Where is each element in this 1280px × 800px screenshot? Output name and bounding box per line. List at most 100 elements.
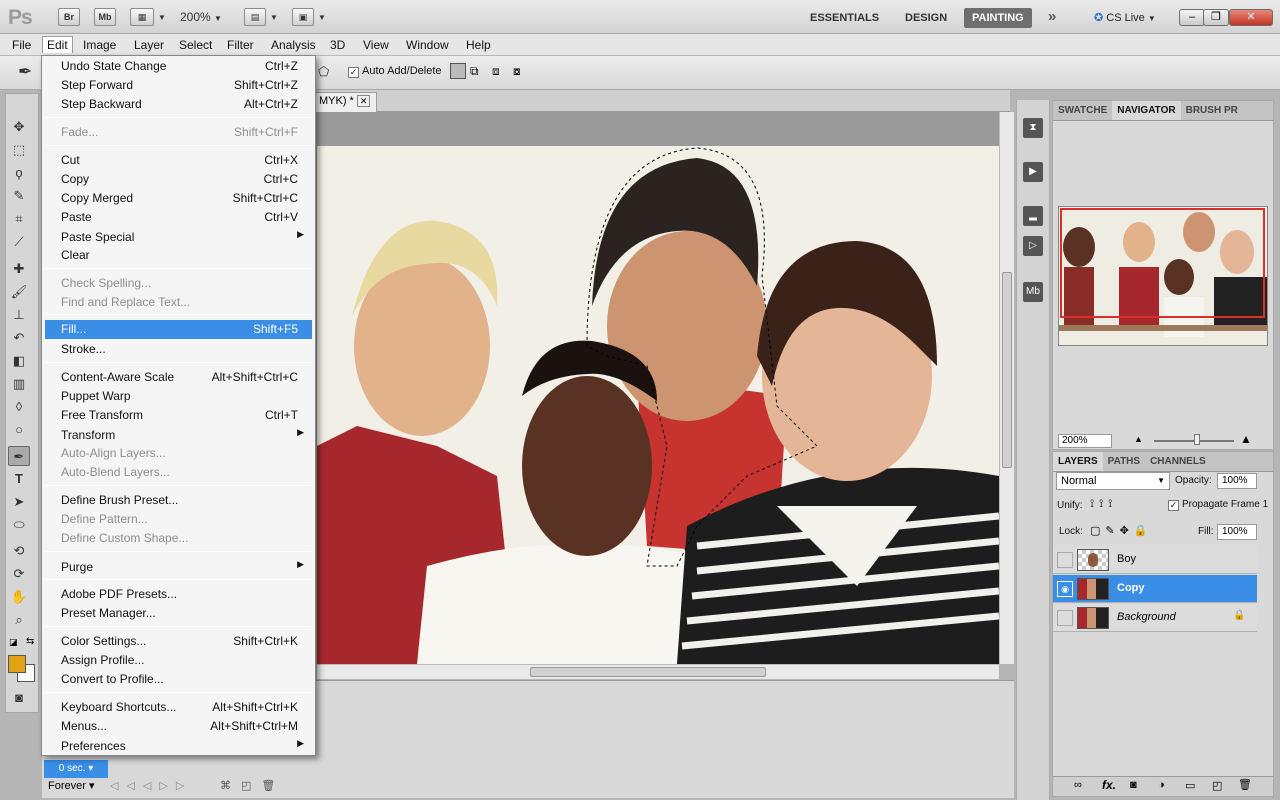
- eraser-tool-icon[interactable]: ◧: [8, 351, 30, 371]
- navigator-zoom-field[interactable]: 200%: [1058, 434, 1112, 448]
- new-group-icon[interactable]: ▭: [1185, 779, 1195, 792]
- menu-item-auto-align-layers[interactable]: Auto-Align Layers...: [45, 444, 312, 463]
- blur-tool-icon[interactable]: ◊: [8, 397, 30, 417]
- chevron-down-icon[interactable]: ▼: [270, 13, 278, 22]
- menu-item-purge[interactable]: Purge ▶: [45, 558, 312, 577]
- default-colors-icon[interactable]: ◪: [9, 637, 18, 648]
- playback-controls[interactable]: ◁◁◁▷▷: [110, 779, 192, 792]
- document-image[interactable]: [317, 146, 999, 664]
- menu-item-auto-blend-layers[interactable]: Auto-Blend Layers...: [45, 463, 312, 482]
- zoom-out-icon[interactable]: ▲: [1134, 434, 1143, 444]
- chevron-down-icon[interactable]: ▼: [318, 13, 326, 22]
- menu-item-preferences[interactable]: Preferences ▶: [45, 737, 312, 756]
- close-button[interactable]: ✕: [1229, 9, 1273, 26]
- zoom-in-icon[interactable]: ▲: [1240, 432, 1252, 446]
- menu-item-transform[interactable]: Transform ▶: [45, 426, 312, 445]
- dodge-tool-icon[interactable]: ○: [8, 420, 30, 440]
- menu-item-color-settings[interactable]: Color Settings... Shift+Ctrl+K: [45, 632, 312, 651]
- close-tab-icon[interactable]: ✕: [356, 95, 371, 107]
- lasso-tool-icon[interactable]: ϙ: [8, 163, 30, 183]
- workspace-painting[interactable]: PAINTING: [964, 8, 1032, 28]
- menu-item-puppet-warp[interactable]: Puppet Warp: [45, 387, 312, 406]
- actions-panel-icon[interactable]: ▶: [1023, 162, 1043, 182]
- horizontal-scrollbar[interactable]: [317, 664, 999, 679]
- menu-item-find-replace[interactable]: Find and Replace Text...: [45, 293, 312, 312]
- opacity-field[interactable]: 100%: [1217, 473, 1257, 489]
- menu-file[interactable]: File: [8, 37, 35, 53]
- loop-options-select[interactable]: Forever ▾: [48, 779, 94, 792]
- eye-icon[interactable]: ◉: [1057, 581, 1073, 597]
- crop-tool-icon[interactable]: ⌗: [8, 209, 30, 229]
- path-mode-subtract-icon[interactable]: ⧉: [470, 64, 479, 79]
- zoom-tool-icon[interactable]: ⌕: [8, 610, 30, 630]
- path-selection-tool-icon[interactable]: ➤: [8, 492, 30, 512]
- frame-actions[interactable]: ⌘◰🗑: [220, 779, 285, 792]
- tab-swatches[interactable]: SWATCHE: [1053, 101, 1112, 120]
- navigator-zoom-slider-handle[interactable]: [1194, 434, 1200, 445]
- auto-add-delete-checkbox[interactable]: ✓ Auto Add/Delete: [348, 65, 442, 78]
- menu-edit[interactable]: Edit: [42, 36, 73, 53]
- document-tab[interactable]: MYK) * ✕: [312, 92, 378, 112]
- clone-stamp-tool-icon[interactable]: ⊥: [8, 305, 30, 325]
- menu-item-keyboard-shortcuts[interactable]: Keyboard Shortcuts... Alt+Shift+Ctrl+K: [45, 698, 312, 717]
- navigator-view-box[interactable]: [1060, 208, 1265, 318]
- delete-layer-icon[interactable]: 🗑: [1238, 778, 1252, 791]
- path-mode-exclude-icon[interactable]: ⧇: [513, 64, 521, 79]
- menu-item-paste[interactable]: Paste Ctrl+V: [45, 208, 312, 227]
- brush-tool-icon[interactable]: 🖌: [8, 282, 30, 302]
- menu-item-convert-to-profile[interactable]: Convert to Profile...: [45, 670, 312, 689]
- menu-window[interactable]: Window: [402, 37, 453, 53]
- add-mask-icon[interactable]: ◙: [1130, 779, 1137, 791]
- view-extras-icon[interactable]: ▦: [130, 8, 154, 26]
- pen-tool-preset-icon[interactable]: ✒: [18, 62, 32, 82]
- menu-view[interactable]: View: [359, 37, 393, 53]
- gradient-tool-icon[interactable]: ▥: [8, 374, 30, 394]
- hand-tool-icon[interactable]: ✋: [8, 587, 30, 607]
- animation-panel-icon[interactable]: ▷: [1023, 236, 1043, 256]
- type-tool-icon[interactable]: T: [8, 469, 30, 489]
- unify-buttons[interactable]: ⟟⟟⟟: [1090, 498, 1117, 511]
- cs-live-button[interactable]: ✪ CS Live ▼: [1094, 8, 1156, 29]
- menu-item-assign-profile[interactable]: Assign Profile...: [45, 651, 312, 670]
- menu-item-undo-state-change[interactable]: Undo State Change Ctrl+Z: [45, 57, 312, 76]
- tab-brush-presets[interactable]: BRUSH PR: [1181, 101, 1243, 120]
- menu-item-adobe-pdf-presets[interactable]: Adobe PDF Presets...: [45, 585, 312, 604]
- blend-mode-select[interactable]: Normal ▼: [1056, 472, 1170, 490]
- menu-item-paste-special[interactable]: Paste Special ▶: [45, 228, 312, 247]
- visibility-toggle-off[interactable]: [1057, 610, 1073, 626]
- tab-channels[interactable]: CHANNELS: [1145, 452, 1211, 471]
- menu-item-check-spelling[interactable]: Check Spelling...: [45, 274, 312, 293]
- path-mode-add-icon[interactable]: [450, 63, 466, 79]
- frame-delay[interactable]: 0 sec. ▾: [44, 760, 108, 778]
- move-tool-icon[interactable]: ✥: [8, 117, 30, 137]
- menu-layer[interactable]: Layer: [130, 37, 168, 53]
- menu-item-content-aware-scale[interactable]: Content-Aware Scale Alt+Shift+Ctrl+C: [45, 368, 312, 387]
- tab-navigator[interactable]: NAVIGATOR: [1112, 101, 1181, 120]
- eyedropper-tool-icon[interactable]: ⟋: [8, 232, 30, 252]
- menu-analysis[interactable]: Analysis: [267, 37, 320, 53]
- menu-item-stroke[interactable]: Stroke...: [45, 340, 312, 359]
- pen-tool-icon[interactable]: ✒: [8, 446, 30, 466]
- minimize-button[interactable]: –: [1179, 9, 1205, 26]
- layer-row-copy[interactable]: ◉ Copy: [1053, 575, 1257, 603]
- healing-brush-tool-icon[interactable]: ✚: [8, 259, 30, 279]
- new-layer-icon[interactable]: ◰: [1212, 779, 1222, 792]
- menu-item-preset-manager[interactable]: Preset Manager...: [45, 604, 312, 623]
- fill-field[interactable]: 100%: [1217, 524, 1257, 540]
- screen-mode-icon[interactable]: ▣: [292, 8, 314, 26]
- swap-colors-icon[interactable]: ⇆: [26, 636, 34, 647]
- menu-help[interactable]: Help: [462, 37, 495, 53]
- workspace-essentials[interactable]: ESSENTIALS: [802, 8, 887, 28]
- menu-item-copy[interactable]: Copy Ctrl+C: [45, 170, 312, 189]
- lock-buttons[interactable]: ▢✎✥🔒: [1090, 524, 1153, 537]
- bridge-button[interactable]: Br: [58, 8, 80, 26]
- restore-button[interactable]: ❐: [1203, 9, 1229, 26]
- vertical-scroll-thumb[interactable]: [1002, 272, 1012, 468]
- 3d-rotate-tool-icon[interactable]: ⟲: [8, 541, 30, 561]
- history-panel-icon[interactable]: ⧗: [1023, 118, 1043, 138]
- adjustment-layer-icon[interactable]: ◑: [1158, 779, 1165, 791]
- vertical-scrollbar[interactable]: [999, 112, 1014, 664]
- arrange-documents-icon[interactable]: ▤: [244, 8, 266, 26]
- 3d-orbit-tool-icon[interactable]: ⟳: [8, 564, 30, 584]
- menu-select[interactable]: Select: [175, 37, 216, 53]
